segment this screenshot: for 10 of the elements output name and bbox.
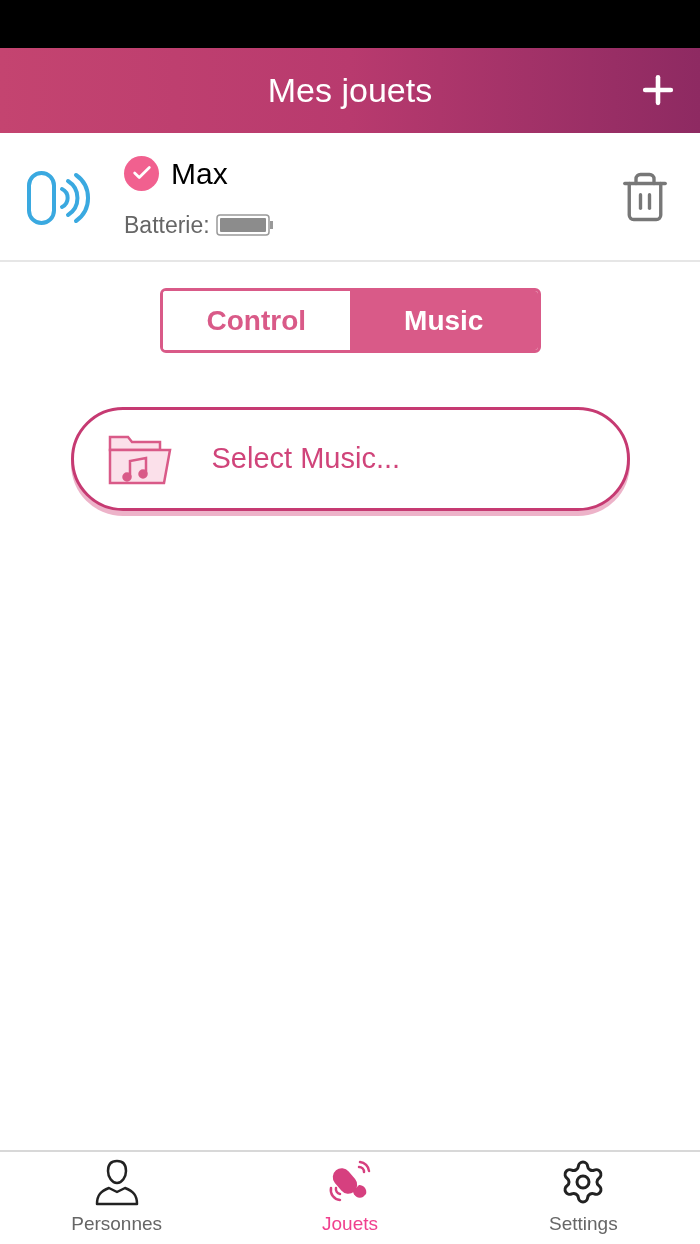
battery-label: Batterie: (124, 210, 210, 240)
battery-icon (215, 214, 274, 236)
device-name: Max (171, 155, 228, 192)
nav-tab[interactable]: Jouets (233, 1152, 467, 1244)
person-icon (93, 1157, 140, 1206)
music-folder-icon (107, 433, 172, 485)
tab[interactable]: Music (350, 291, 538, 350)
nav-tab[interactable]: Settings (466, 1152, 700, 1244)
nav-tab[interactable]: Personnes (0, 1152, 234, 1244)
header-title: Mes jouets (267, 70, 433, 111)
